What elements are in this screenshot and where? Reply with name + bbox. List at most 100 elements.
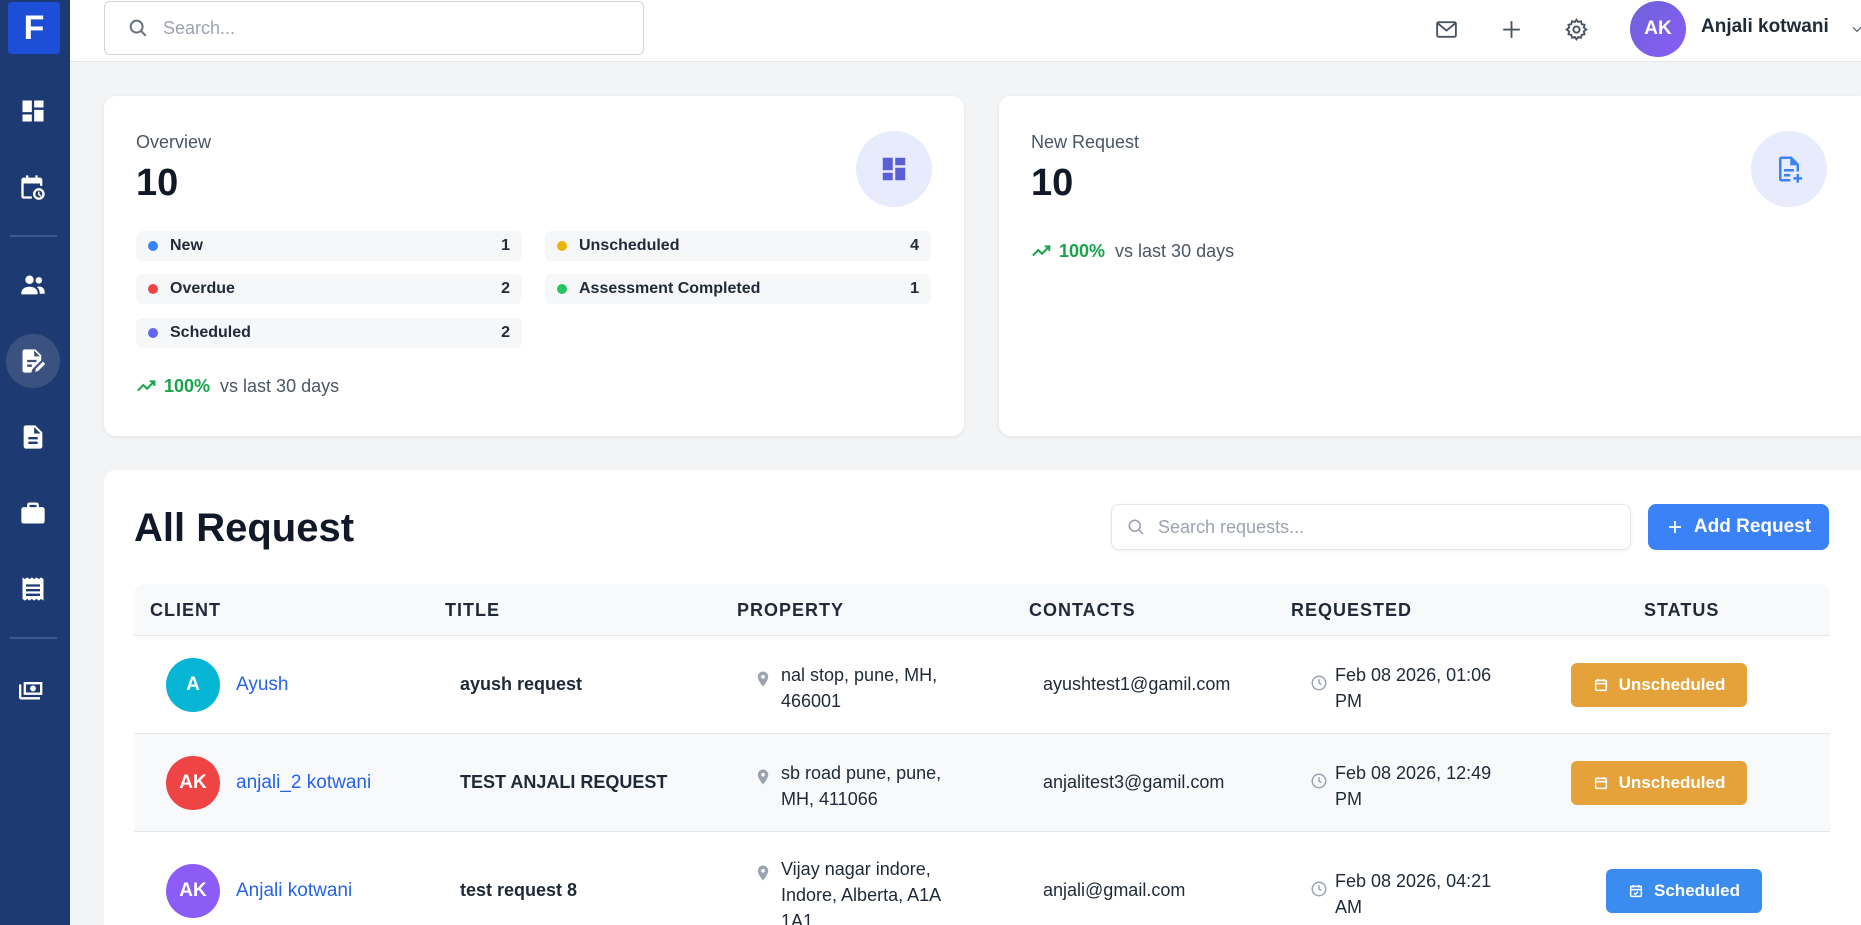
receipt-icon[interactable] bbox=[6, 562, 60, 616]
stat-name: Overdue bbox=[170, 280, 235, 297]
search-icon bbox=[1128, 519, 1144, 535]
column-client[interactable]: CLIENT bbox=[150, 600, 221, 621]
status-label: Scheduled bbox=[1654, 881, 1740, 900]
calendar-icon bbox=[1594, 777, 1607, 790]
trend-percent: 100% bbox=[164, 375, 211, 396]
add-request-button[interactable]: Add Request bbox=[1648, 504, 1829, 550]
request-title: test request 8 bbox=[460, 880, 578, 900]
avatar: AK bbox=[166, 756, 220, 810]
stat-name: Unscheduled bbox=[579, 237, 680, 254]
status-label: Unscheduled bbox=[1618, 675, 1726, 694]
edit-document-icon[interactable] bbox=[6, 334, 60, 388]
status-label: Unscheduled bbox=[1618, 773, 1726, 792]
stat-new[interactable]: New 1 bbox=[136, 231, 522, 261]
calendar-check-icon bbox=[1629, 885, 1643, 898]
overview-card: Overview 10 New 1 Unscheduled 4 Overdue … bbox=[104, 96, 964, 436]
clock-icon bbox=[1311, 881, 1327, 897]
document-icon[interactable] bbox=[6, 410, 60, 464]
status-dot bbox=[557, 241, 567, 251]
table-row[interactable]: A Ayush ayush request nal stop, pune, MH… bbox=[134, 636, 1830, 734]
status-dot bbox=[557, 284, 567, 294]
stat-count: 2 bbox=[501, 324, 510, 341]
global-search[interactable] bbox=[104, 1, 644, 55]
search-icon bbox=[129, 19, 147, 37]
requested-date: Feb 08 2026, 01:06 PM bbox=[1335, 665, 1492, 711]
stat-name: Scheduled bbox=[170, 324, 251, 341]
request-search-input[interactable] bbox=[1158, 516, 1618, 538]
stat-count: 1 bbox=[910, 280, 919, 297]
property-address: nal stop, pune, MH, 466001 bbox=[781, 665, 938, 711]
new-request-card: New Request 10 100% vs last 30 days bbox=[999, 96, 1861, 436]
dashboard-icon bbox=[856, 131, 932, 207]
overview-value: 10 bbox=[136, 162, 179, 204]
client-link[interactable]: Anjali kotwani bbox=[236, 880, 352, 902]
dashboard-icon[interactable] bbox=[6, 84, 60, 138]
stat-count: 1 bbox=[501, 237, 510, 254]
clock-icon bbox=[1311, 773, 1327, 789]
overview-trend: 100% vs last 30 days bbox=[136, 375, 339, 397]
status-dot bbox=[148, 241, 158, 251]
stat-count: 4 bbox=[910, 237, 919, 254]
trend-text: vs last 30 days bbox=[220, 375, 340, 396]
trend-percent: 100% bbox=[1059, 240, 1106, 261]
overview-label: Overview bbox=[136, 132, 212, 152]
client-link[interactable]: Ayush bbox=[236, 674, 288, 696]
trending-up-icon bbox=[137, 380, 156, 392]
location-pin-icon bbox=[757, 769, 769, 785]
new-request-trend: 100% vs last 30 days bbox=[1031, 240, 1234, 262]
table-header: CLIENT TITLE PROPERTY CONTACTS REQUESTED… bbox=[134, 584, 1830, 636]
users-icon[interactable] bbox=[6, 258, 60, 312]
calendar-clock-icon[interactable] bbox=[6, 160, 60, 214]
client-link[interactable]: anjali_2 kotwani bbox=[236, 772, 371, 794]
column-title[interactable]: TITLE bbox=[445, 600, 500, 621]
contact-email: anjalitest3@gamil.com bbox=[1043, 772, 1225, 792]
mail-icon[interactable] bbox=[1429, 12, 1463, 46]
stat-overdue[interactable]: Overdue 2 bbox=[136, 274, 522, 304]
avatar: A bbox=[166, 658, 220, 712]
column-contacts[interactable]: CONTACTS bbox=[1029, 600, 1136, 621]
stat-name: Assessment Completed bbox=[579, 280, 761, 297]
sidebar: F bbox=[0, 0, 70, 925]
status-badge[interactable]: Unscheduled bbox=[1571, 663, 1747, 707]
top-bar: AK Anjali kotwani bbox=[70, 0, 1861, 62]
contact-email: ayushtest1@gamil.com bbox=[1043, 674, 1231, 694]
search-input[interactable] bbox=[163, 17, 603, 39]
trending-up-icon bbox=[1032, 245, 1051, 257]
add-document-icon bbox=[1751, 131, 1827, 207]
requested-date: Feb 08 2026, 12:49 PM bbox=[1335, 763, 1492, 809]
user-name[interactable]: Anjali kotwani bbox=[1701, 16, 1829, 38]
chevron-down-icon[interactable] bbox=[1850, 22, 1861, 36]
table-row[interactable]: AK Anjali kotwani test request 8 Vijay n… bbox=[134, 832, 1830, 925]
property-address: sb road pune, pune, MH, 411066 bbox=[781, 763, 942, 809]
status-dot bbox=[148, 328, 158, 338]
clock-icon bbox=[1311, 675, 1327, 691]
table-row[interactable]: AK anjali_2 kotwani TEST ANJALI REQUEST … bbox=[134, 734, 1830, 832]
stat-count: 2 bbox=[501, 280, 510, 297]
requests-panel: All Request Add Request CLIENT TITLE PRO… bbox=[104, 470, 1861, 925]
column-property[interactable]: PROPERTY bbox=[737, 600, 844, 621]
avatar: AK bbox=[166, 864, 220, 918]
location-pin-icon bbox=[757, 865, 769, 881]
money-icon[interactable] bbox=[6, 662, 60, 716]
stat-scheduled[interactable]: Scheduled 2 bbox=[136, 318, 522, 348]
status-dot bbox=[148, 284, 158, 294]
user-avatar[interactable]: AK bbox=[1630, 1, 1686, 57]
app-logo[interactable]: F bbox=[8, 2, 60, 54]
status-badge[interactable]: Scheduled bbox=[1606, 869, 1762, 913]
request-title: ayush request bbox=[460, 674, 583, 694]
gear-icon[interactable] bbox=[1559, 12, 1593, 46]
location-pin-icon bbox=[757, 671, 769, 687]
status-badge[interactable]: Unscheduled bbox=[1571, 761, 1747, 805]
stat-assessment-completed[interactable]: Assessment Completed 1 bbox=[545, 274, 931, 304]
column-requested[interactable]: REQUESTED bbox=[1291, 600, 1412, 621]
new-request-value: 10 bbox=[1031, 162, 1074, 204]
add-request-label: Add Request bbox=[1693, 516, 1812, 537]
request-search[interactable] bbox=[1111, 504, 1631, 550]
column-status[interactable]: STATUS bbox=[1644, 600, 1719, 621]
new-request-label: New Request bbox=[1031, 132, 1140, 152]
plus-icon[interactable] bbox=[1494, 12, 1528, 46]
stat-name: New bbox=[170, 237, 203, 254]
request-title: TEST ANJALI REQUEST bbox=[460, 772, 668, 792]
briefcase-icon[interactable] bbox=[6, 486, 60, 540]
stat-unscheduled[interactable]: Unscheduled 4 bbox=[545, 231, 931, 261]
